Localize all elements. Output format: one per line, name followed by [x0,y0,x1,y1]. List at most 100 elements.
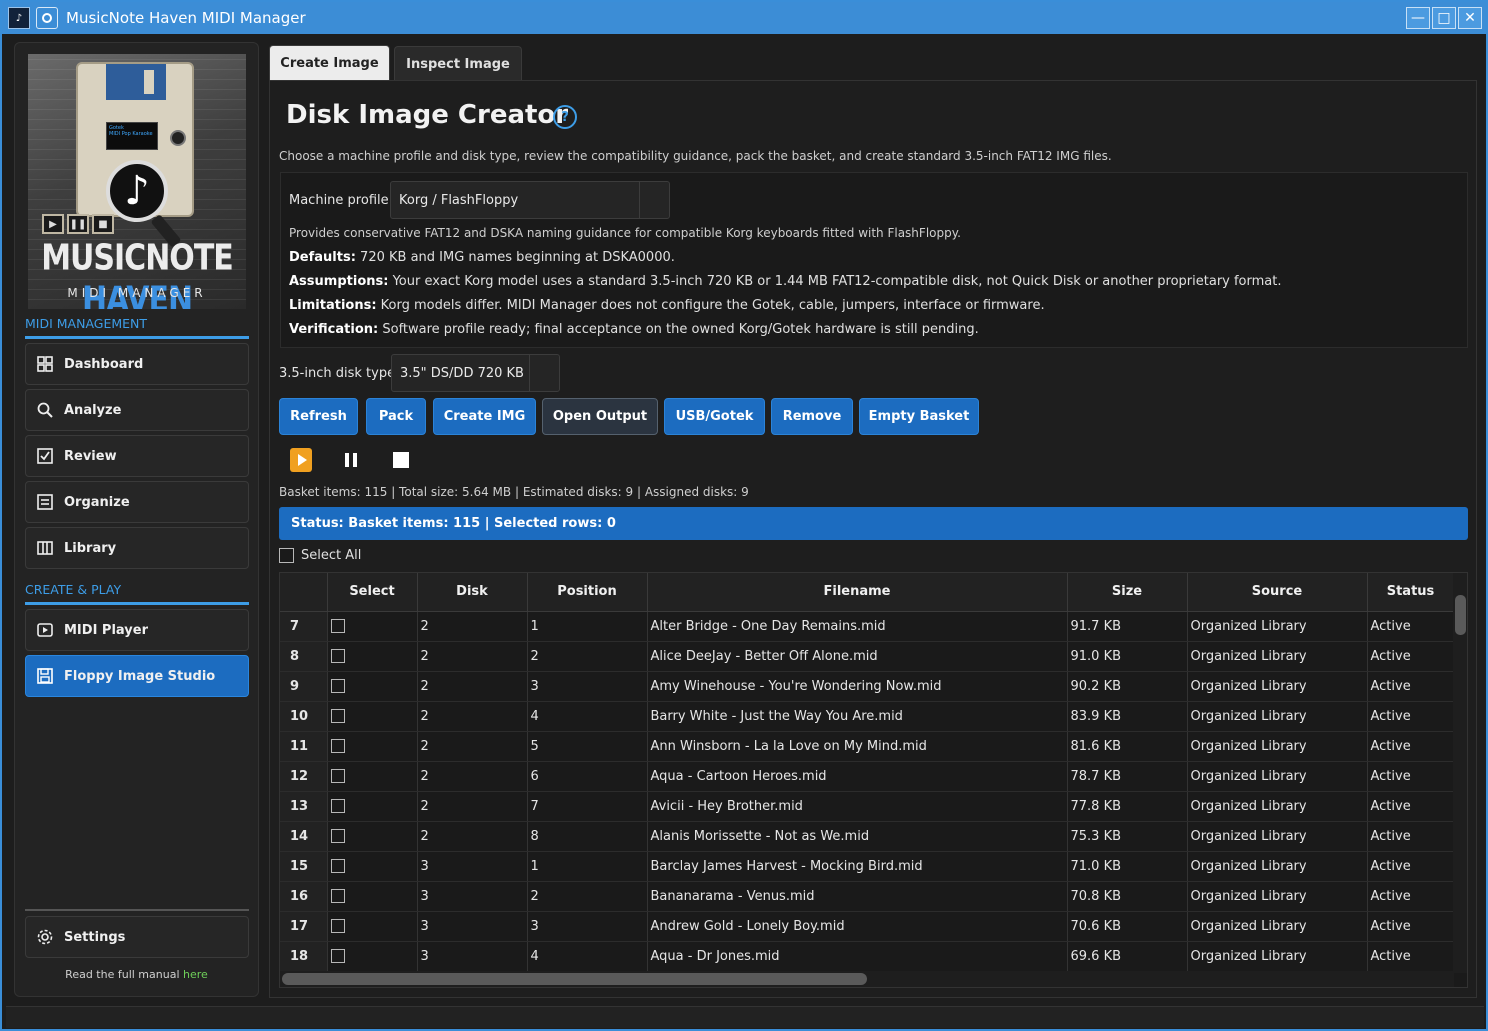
sidebar-item-label: Analyze [64,402,122,418]
table-row[interactable]: 11 2 5 Ann Winsborn - La la Love on My Mind… [280,731,1455,762]
row-select-checkbox[interactable] [327,941,418,972]
cell-size: 70.8 KB [1067,881,1188,912]
page-title: Disk Image Creator [286,100,569,130]
help-icon[interactable]: ? [553,105,577,129]
horizontal-scrollbar[interactable] [280,971,1454,987]
pin-icon[interactable] [36,7,58,29]
manual-link[interactable]: here [183,968,208,981]
sidebar-item-label: Library [64,540,117,556]
app-window: ♪ MusicNote Haven MIDI Manager — □ ✕ Got… [0,0,1488,1031]
app-icon: ♪ [8,7,30,29]
row-select-checkbox[interactable] [327,611,418,642]
machine-profile-select[interactable]: Korg / FlashFloppy [390,181,670,219]
column-header-position[interactable]: Position [527,573,648,612]
row-select-checkbox[interactable] [327,851,418,882]
sidebar-item-label: Floppy Image Studio [64,668,216,684]
checkbox-icon[interactable] [330,949,345,963]
vertical-scrollbar[interactable] [1453,573,1467,973]
play-button[interactable] [290,448,312,472]
tab-create-image[interactable]: Create Image [269,45,390,81]
pack-button[interactable]: Pack [366,398,426,435]
checkbox-icon[interactable] [330,799,345,813]
table-row[interactable]: 14 2 8 Alanis Morissette - Not as We.mid 75.… [280,821,1455,852]
tab-inspect-image[interactable]: Inspect Image [394,46,522,82]
column-header-select[interactable]: Select [327,573,418,612]
select-all-checkbox[interactable]: Select All [279,548,361,563]
row-select-checkbox[interactable] [327,911,418,942]
create-img-button[interactable]: Create IMG [433,398,536,435]
table-row[interactable]: 8 2 2 Alice DeeJay - Better Off Alone.mid 91… [280,641,1455,672]
cell-status: Active [1367,761,1455,792]
table-row[interactable]: 9 2 3 Amy Winehouse - You're Wondering Now.… [280,671,1455,702]
column-header-disk[interactable]: Disk [417,573,528,612]
row-select-checkbox[interactable] [327,731,418,762]
stop-button[interactable] [390,448,412,472]
sidebar-item-dashboard[interactable]: Dashboard [25,343,249,385]
checkbox-icon[interactable] [330,919,345,933]
row-select-checkbox[interactable] [327,761,418,792]
intro-text: Choose a machine profile and disk type, … [279,149,1112,163]
sidebar-item-review[interactable]: Review [25,435,249,477]
cell-status: Active [1367,941,1455,972]
table-row[interactable]: 18 3 4 Aqua - Dr Jones.mid 69.6 KB Organized … [280,941,1455,972]
row-select-checkbox[interactable] [327,641,418,672]
pause-button[interactable] [340,448,362,472]
table-row[interactable]: 13 2 7 Avicii - Hey Brother.mid 77.8 KB Organ… [280,791,1455,822]
minimize-button[interactable]: — [1406,7,1430,29]
checkbox-icon[interactable] [330,829,345,843]
cell-filename: Avicii - Hey Brother.mid [647,791,1068,822]
checkbox-icon[interactable] [330,739,345,753]
cell-filename: Alanis Morissette - Not as We.mid [647,821,1068,852]
column-header-rownum[interactable] [280,573,328,612]
table-row[interactable]: 16 3 2 Bananarama - Venus.mid 70.8 KB Organiz… [280,881,1455,912]
table-row[interactable]: 10 2 4 Barry White - Just the Way You Are.m… [280,701,1455,732]
row-select-checkbox[interactable] [327,701,418,732]
row-select-checkbox[interactable] [327,821,418,852]
sidebar-item-label: Settings [64,929,126,945]
table-row[interactable]: 15 3 1 Barclay James Harvest - Mocking Bird… [280,851,1455,882]
table-row[interactable]: 12 2 6 Aqua - Cartoon Heroes.mid 78.7 KB Orga… [280,761,1455,792]
sidebar-item-settings[interactable]: Settings [25,916,249,958]
checkbox-icon[interactable] [330,679,345,693]
sidebar-item-floppy-image-studio[interactable]: Floppy Image Studio [25,655,249,697]
disk-type-select[interactable]: 3.5" DS/DD 720 KB [391,354,560,392]
maximize-button[interactable]: □ [1432,7,1456,29]
cell-disk: 2 [417,821,528,852]
cell-size: 70.6 KB [1067,911,1188,942]
checkbox-icon[interactable] [330,649,345,663]
usb-gotek-button[interactable]: USB/Gotek [664,398,765,435]
sidebar-item-library[interactable]: Library [25,527,249,569]
checkbox-icon[interactable] [330,889,345,903]
checkbox-icon[interactable] [330,769,345,783]
checkbox-icon[interactable] [330,859,345,873]
table-row[interactable]: 17 3 3 Andrew Gold - Lonely Boy.mid 70.6 KB O… [280,911,1455,942]
row-number: 9 [280,671,328,702]
sidebar-item-organize[interactable]: Organize [25,481,249,523]
checkbox-icon[interactable] [330,619,345,633]
row-select-checkbox[interactable] [327,791,418,822]
cell-filename: Barclay James Harvest - Mocking Bird.mid [647,851,1068,882]
cell-size: 71.0 KB [1067,851,1188,882]
table-row[interactable]: 7 2 1 Alter Bridge - One Day Remains.mid 91.… [280,611,1455,642]
dropdown-arrow-icon [639,182,669,218]
remove-button[interactable]: Remove [771,398,853,435]
cell-size: 75.3 KB [1067,821,1188,852]
empty-basket-button[interactable]: Empty Basket [859,398,979,435]
column-header-size[interactable]: Size [1067,573,1188,612]
row-number: 13 [280,791,328,822]
cell-position: 5 [527,731,648,762]
app-logo: Gotek MIDI Pop Karaoke ♪ ▶ ❚❚ ■ MUSICNOT… [28,54,246,309]
sidebar-item-analyze[interactable]: Analyze [25,389,249,431]
refresh-button[interactable]: Refresh [279,398,358,435]
cell-disk: 2 [417,731,528,762]
column-header-source[interactable]: Source [1187,573,1368,612]
row-select-checkbox[interactable] [327,881,418,912]
close-button[interactable]: ✕ [1458,7,1482,29]
checkbox-icon[interactable] [330,709,345,723]
open-output-button[interactable]: Open Output [542,398,658,435]
row-select-checkbox[interactable] [327,671,418,702]
cell-size: 83.9 KB [1067,701,1188,732]
column-header-filename[interactable]: Filename [647,573,1068,612]
sidebar-item-midi-player[interactable]: MIDI Player [25,609,249,651]
column-header-status[interactable]: Status [1367,573,1455,612]
